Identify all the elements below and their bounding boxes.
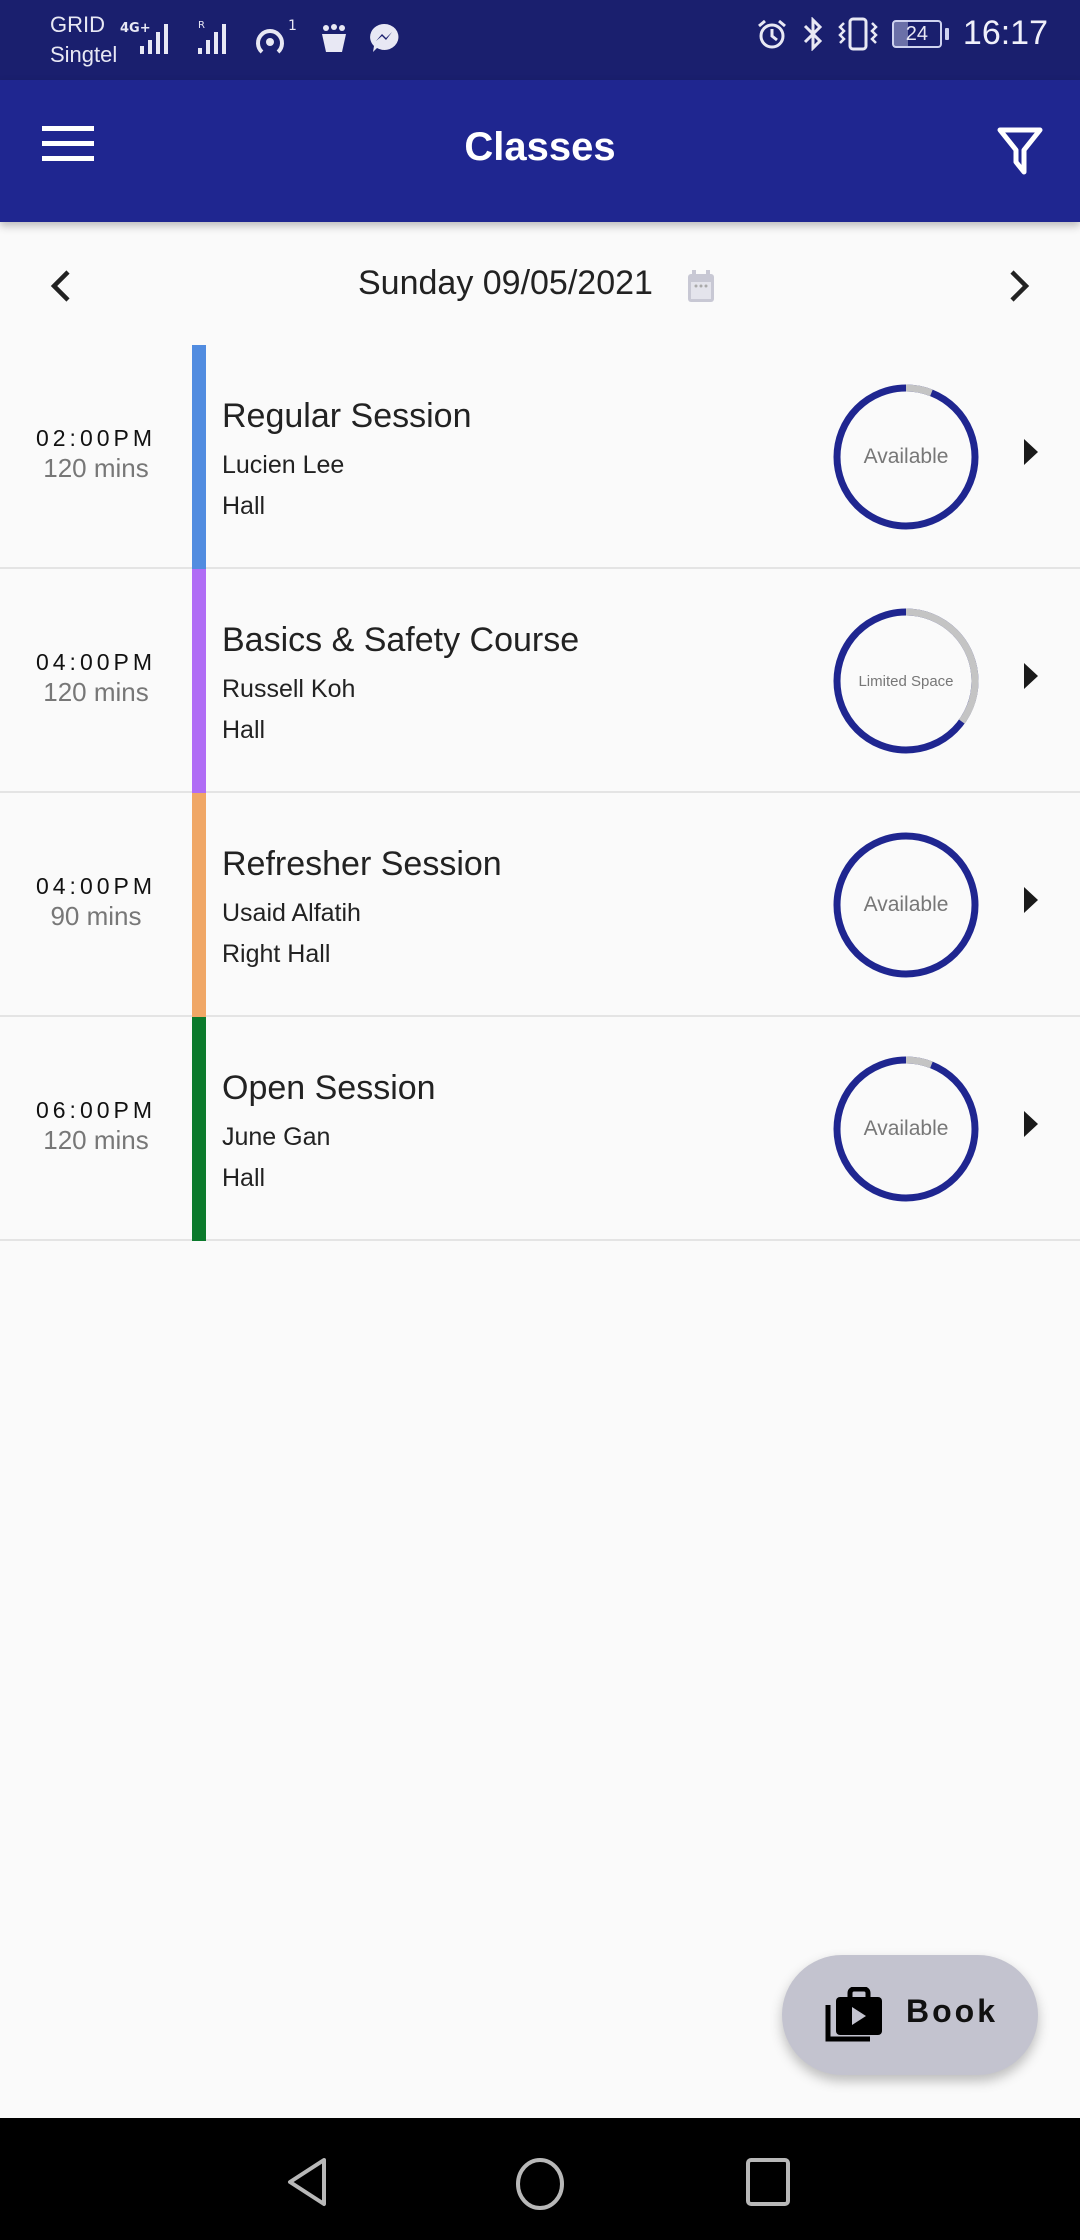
home-icon[interactable] — [512, 2156, 568, 2212]
bluetooth-icon — [803, 16, 823, 51]
chevron-left-icon[interactable] — [42, 264, 82, 308]
class-time: 04:00PM — [35, 873, 157, 899]
back-icon[interactable] — [284, 2156, 330, 2208]
class-color-bar — [192, 1017, 206, 1241]
carrier-line2: Singtel — [50, 42, 118, 67]
status-bar: GRID Singtel 4G+ R 1 24 16:17 — [0, 0, 1080, 80]
class-row[interactable]: 02:00PM 120 mins Regular Session Lucien Lee… — [0, 345, 1080, 569]
calendar-icon[interactable] — [686, 268, 716, 304]
class-venue: Right Hall — [222, 940, 331, 968]
ring-available-arc — [833, 1056, 979, 1202]
app-notification-icon — [322, 24, 346, 52]
carrier-label: GRID Singtel — [50, 10, 117, 70]
carrier-line1: GRID — [50, 12, 105, 37]
class-instructor: Usaid Alfatih — [222, 899, 361, 927]
filter-funnel-icon[interactable] — [996, 126, 1044, 178]
class-name: Refresher Session — [222, 845, 502, 883]
availability-ring — [833, 608, 979, 754]
class-instructor: Russell Koh — [222, 675, 356, 703]
class-duration: 90 mins — [50, 901, 142, 931]
class-venue: Hall — [222, 1164, 266, 1192]
date-navigator: Sunday 09/05/2021 — [0, 240, 1080, 330]
classes-screen: GRID Singtel 4G+ R 1 24 16:17 Classes Su… — [0, 0, 1080, 2240]
class-duration: 120 mins — [43, 1125, 149, 1155]
book-button-label: Book — [906, 1993, 998, 2029]
class-venue: Hall — [222, 716, 266, 744]
book-button[interactable]: Book — [782, 1955, 1038, 2075]
class-color-bar — [192, 345, 206, 569]
svg-text:4G+: 4G+ — [120, 21, 151, 36]
class-color-bar — [192, 569, 206, 793]
vibrate-icon — [838, 17, 878, 50]
battery-level: 24 — [891, 19, 942, 48]
signal-roaming-icon: R — [198, 20, 226, 54]
ring-available-arc — [833, 384, 979, 530]
class-duration: 120 mins — [43, 453, 149, 483]
ring-available-arc — [833, 832, 979, 978]
play-arrow-icon[interactable] — [1024, 1111, 1038, 1137]
signal-4g-icon: 4G+ — [120, 21, 168, 54]
availability-ring — [833, 832, 979, 978]
class-row[interactable]: 04:00PM 90 mins Refresher Session Usaid Alf… — [0, 793, 1080, 1017]
play-arrow-icon[interactable] — [1024, 439, 1038, 465]
class-instructor: June Gan — [222, 1123, 331, 1151]
class-time: 04:00PM — [35, 649, 157, 675]
class-duration: 120 mins — [43, 677, 149, 707]
svg-text:R: R — [198, 20, 205, 31]
status-icons-left: 4G+ R 1 — [120, 18, 400, 58]
class-row[interactable]: 04:00PM 120 mins Basics & Safety Course Rus… — [0, 569, 1080, 793]
class-time: 02:00PM — [35, 425, 157, 451]
messenger-icon — [370, 23, 399, 52]
recents-icon[interactable] — [744, 2156, 792, 2208]
class-name: Basics & Safety Course — [222, 621, 580, 659]
alarm-icon — [757, 19, 786, 48]
status-clock: 16:17 — [962, 14, 1048, 52]
page-title: Classes — [464, 125, 616, 169]
status-icons-right: 24 16:17 — [756, 14, 1048, 53]
svg-text:1: 1 — [288, 18, 297, 34]
battery-indicator: 24 — [891, 19, 949, 48]
class-row[interactable]: 06:00PM 120 mins Open Session June Gan Hall A… — [0, 1017, 1080, 1241]
selected-date[interactable]: Sunday 09/05/2021 — [358, 264, 653, 303]
class-color-bar — [192, 793, 206, 1017]
hotspot-icon: 1 — [256, 18, 297, 54]
chevron-right-icon[interactable] — [998, 264, 1038, 308]
play-arrow-icon[interactable] — [1024, 663, 1038, 689]
system-nav-bar — [0, 2118, 1080, 2240]
app-bar: Classes — [0, 80, 1080, 222]
play-arrow-icon[interactable] — [1024, 887, 1038, 913]
availability-ring — [833, 1056, 979, 1202]
class-venue: Hall — [222, 492, 266, 520]
class-instructor: Lucien Lee — [222, 451, 345, 479]
availability-ring — [833, 384, 979, 530]
class-name: Regular Session — [222, 397, 472, 435]
class-time: 06:00PM — [35, 1097, 157, 1123]
book-bag-icon — [825, 1987, 882, 2042]
battery-tip — [944, 27, 949, 40]
class-name: Open Session — [222, 1069, 436, 1107]
